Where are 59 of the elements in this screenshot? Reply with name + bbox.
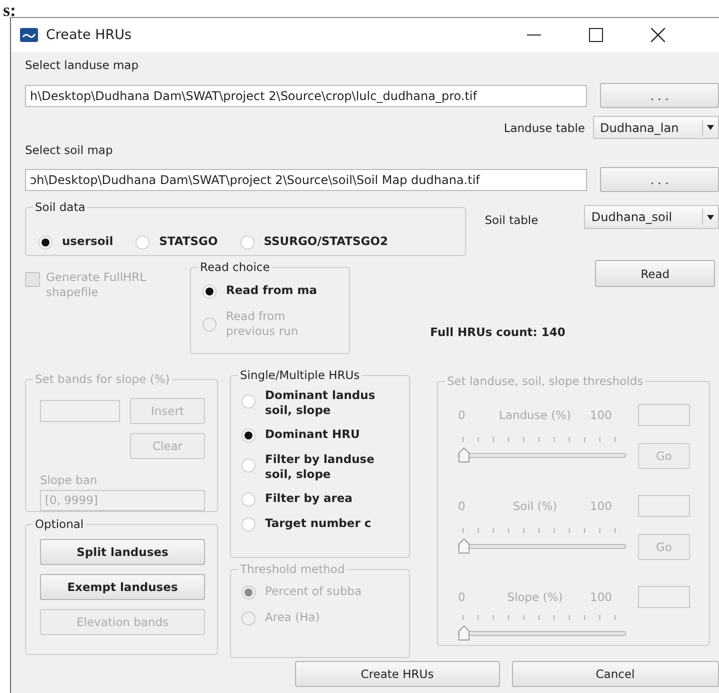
radio-button[interactable]: [241, 517, 256, 532]
table-dropdown[interactable]: Dudhana_lan: [593, 116, 719, 139]
radio-button[interactable]: [241, 394, 256, 409]
option-button[interactable]: Split landuses: [40, 539, 205, 565]
path-field[interactable]: ɔh\Desktop\Dudhana Dam\SWAT\project 2\Source\soil\Soil Map dudhana.tif: [25, 168, 588, 190]
checkbox-label: Generate FullHRL shapefile: [46, 270, 146, 300]
option-label: Area (Ha): [265, 610, 320, 625]
range-min: 0: [458, 498, 466, 513]
option-label: Read from previous run: [226, 309, 298, 339]
caption-fragment: s:: [2, 0, 17, 17]
range-min: 0: [458, 408, 466, 422]
radio-button[interactable]: [135, 234, 150, 250]
caret-icon: [707, 125, 714, 130]
option-label: Filter by area: [265, 491, 352, 506]
path-field[interactable]: h\Desktop\Dudhana Dam\SWAT\project 2\Source\crop\lulc_dudhana_pro.tif: [25, 84, 588, 106]
option-button[interactable]: Exempt landuses: [40, 574, 205, 600]
option-label: Percent of subba: [265, 584, 362, 599]
radio-button[interactable]: [241, 458, 256, 473]
range-max: 100: [590, 498, 613, 513]
app-icon: [20, 28, 38, 42]
radio-button[interactable]: [241, 428, 256, 443]
option-label: Dominant landus soil, slope: [265, 388, 376, 418]
table-label: Landuse table: [502, 120, 585, 134]
dialog-button[interactable]: Create HRUs: [295, 661, 500, 687]
maximize-icon[interactable]: [589, 28, 603, 42]
group-title: Set bands for slope (%): [33, 372, 172, 387]
browse-button[interactable]: . . .: [600, 83, 719, 108]
section-label: Select landuse map: [25, 58, 140, 72]
group-title: Single/Multiple HRUs: [238, 368, 362, 383]
hru-count: Full HRUs count: 140: [430, 325, 566, 339]
field-label: Slope ban: [40, 473, 98, 488]
group-title: Set landuse, soil, slope thresholds: [445, 374, 646, 389]
option-label: SSURGO/STATSGO2: [264, 234, 388, 248]
range-max: 100: [590, 590, 613, 604]
option-label: Dominant HRU: [265, 427, 360, 442]
option-label: Filter by landuse soil, slope: [265, 452, 374, 482]
dialog-button[interactable]: Cancel: [512, 661, 719, 687]
threshold-label: Landuse (%): [498, 408, 572, 422]
threshold-label: Soil (%): [512, 498, 558, 513]
range-max: 100: [590, 408, 613, 422]
option-label: Target number c: [265, 516, 372, 531]
radio-button[interactable]: [202, 284, 217, 299]
option-label: usersoil: [62, 234, 114, 248]
threshold-label: Slope (%): [506, 590, 564, 604]
table-dropdown[interactable]: Dudhana_soil: [584, 205, 719, 229]
option-label: Read from ma: [226, 283, 317, 298]
window-title: Create HRUs: [46, 27, 133, 43]
close-icon[interactable]: [651, 28, 665, 42]
option-label: STATSGO: [159, 234, 218, 248]
section-label: Select soil map: [25, 143, 114, 157]
radio-button[interactable]: [240, 234, 255, 250]
browse-button[interactable]: . . .: [600, 167, 719, 192]
radio-button[interactable]: [241, 492, 256, 507]
radio-button[interactable]: [38, 234, 53, 250]
table-label: Soil table: [484, 213, 540, 227]
range-min: 0: [458, 590, 466, 604]
read-button[interactable]: Read: [595, 260, 716, 287]
caret-icon: [706, 214, 714, 220]
group-title: Optional: [33, 517, 86, 532]
